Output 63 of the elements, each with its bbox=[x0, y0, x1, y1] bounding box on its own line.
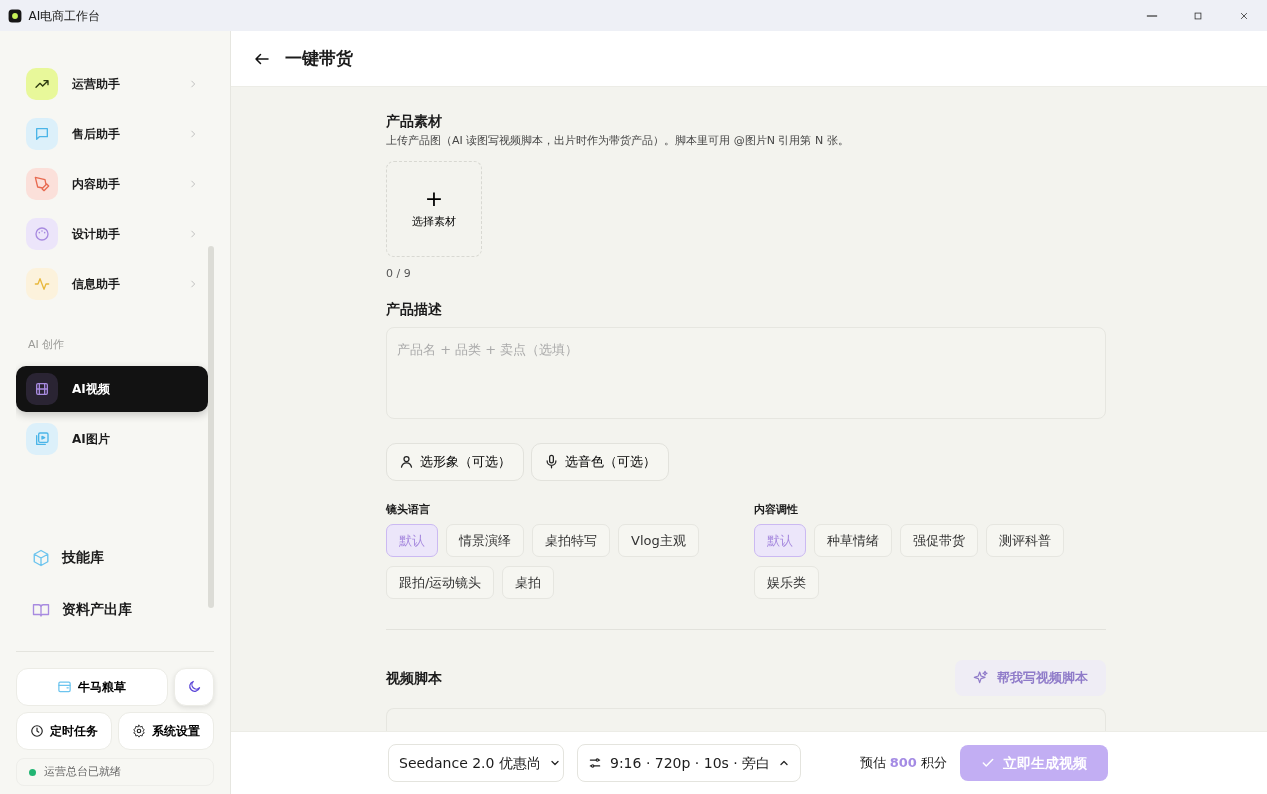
film-icon bbox=[26, 372, 58, 405]
sliders-icon bbox=[588, 756, 602, 770]
picker-button[interactable]: 选音色（可选） bbox=[530, 442, 669, 481]
option-chip[interactable]: Vlog主观 bbox=[618, 524, 699, 558]
chat-icon bbox=[26, 118, 58, 150]
minimize-icon bbox=[1146, 14, 1158, 17]
scrollbar[interactable] bbox=[208, 246, 214, 608]
sidebar-item[interactable]: 运营助手 bbox=[16, 61, 208, 107]
section-title: 产品素材 bbox=[386, 113, 443, 130]
model-select[interactable]: Seedance 2.0 优惠尚 bbox=[388, 744, 564, 782]
section-label: AI 创作 bbox=[28, 337, 66, 353]
sidebar-item[interactable]: 设计助手 bbox=[16, 211, 208, 257]
pen-icon bbox=[26, 168, 58, 200]
theme-toggle-button[interactable] bbox=[174, 667, 214, 706]
settings-icon bbox=[132, 724, 147, 738]
schedule-button[interactable]: 定时任务 bbox=[16, 712, 112, 750]
library-link[interactable]: 资料产出库 bbox=[62, 599, 132, 620]
chevron-icon bbox=[188, 229, 198, 239]
pulse-icon bbox=[26, 268, 58, 300]
cube-icon bbox=[32, 548, 50, 567]
chevron-icon bbox=[188, 279, 198, 289]
option-chip[interactable]: 测评科普 bbox=[986, 524, 1064, 558]
page-title: 一键带货 bbox=[285, 48, 353, 69]
window-title: AI电商工作台 bbox=[28, 7, 101, 25]
wallet-icon bbox=[57, 679, 73, 694]
moon-icon bbox=[186, 679, 202, 694]
section-title: 产品描述 bbox=[386, 300, 443, 318]
settings-button[interactable]: 系统设置 bbox=[118, 712, 214, 750]
chevron-icon bbox=[188, 129, 198, 139]
supply-button[interactable]: 牛马粮草 bbox=[16, 667, 168, 706]
upload-count: 0 / 9 bbox=[386, 266, 412, 283]
trend-icon bbox=[26, 68, 58, 100]
option-chip[interactable]: 强促带货 bbox=[900, 524, 978, 558]
section-title: 视频脚本 bbox=[386, 669, 442, 687]
settings-select[interactable]: 9:16 · 720p · 10s · 旁白 bbox=[577, 744, 802, 782]
option-chip[interactable]: 桌拍 bbox=[502, 566, 555, 600]
sidebar-item[interactable]: AI图片 bbox=[16, 415, 208, 462]
option-chip[interactable]: 跟拍/运动镜头 bbox=[386, 566, 495, 600]
chevron-icon bbox=[188, 179, 198, 189]
app-logo-icon bbox=[8, 8, 22, 23]
sidebar-item[interactable]: 售后助手 bbox=[16, 111, 208, 157]
cost-estimate: 预估 800 积分 bbox=[859, 754, 947, 773]
sidebar-item[interactable]: AI视频 bbox=[16, 365, 208, 412]
option-chip[interactable]: 情景演绎 bbox=[446, 524, 524, 558]
option-chip[interactable]: 娱乐类 bbox=[754, 566, 819, 600]
option-chip[interactable]: 桌拍特写 bbox=[532, 524, 610, 558]
check-icon bbox=[981, 756, 995, 770]
upload-button[interactable]: + 选择素材 bbox=[386, 161, 482, 258]
option-chip[interactable]: 种草情绪 bbox=[814, 524, 892, 558]
library-link[interactable]: 技能库 bbox=[62, 547, 104, 568]
person-icon bbox=[399, 454, 414, 470]
sidebar-item[interactable]: 信息助手 bbox=[16, 261, 208, 307]
option-label: 内容调性 bbox=[754, 501, 799, 518]
image-icon bbox=[26, 422, 58, 455]
sidebar-item[interactable]: 内容助手 bbox=[16, 161, 208, 207]
section-description: 上传产品图（AI 读图写视频脚本，出片时作为带货产品）。脚本里可用 @图片N 引用第 N 张。 bbox=[386, 132, 850, 149]
option-label: 镜头语言 bbox=[386, 501, 431, 518]
clock-icon bbox=[29, 724, 44, 738]
picker-button[interactable]: 选形象（可选） bbox=[386, 442, 524, 481]
chevron-icon bbox=[188, 79, 198, 89]
status-text: 运营总台已就绪 bbox=[44, 763, 121, 780]
description-field[interactable]: 产品名 + 品类 + 卖点（选填） bbox=[386, 326, 1106, 419]
palette-icon bbox=[26, 218, 58, 250]
